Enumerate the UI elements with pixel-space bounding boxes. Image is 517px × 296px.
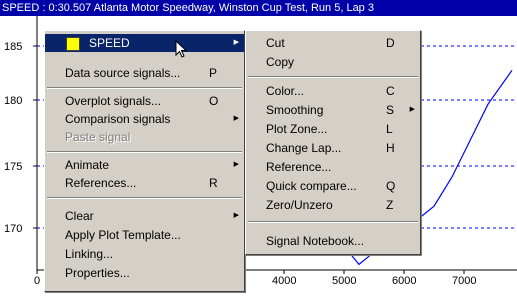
menu-item-cut[interactable]: Cut D: [246, 34, 420, 52]
menu-item-clear[interactable]: Clear ▶: [45, 207, 244, 225]
menu-separator: [248, 76, 418, 78]
menu-separator: [47, 151, 242, 153]
submenu-arrow-icon: ▶: [233, 212, 239, 219]
x-tick-label: 0: [34, 275, 40, 287]
menu-item-overplot-signals[interactable]: Overplot signals... O: [45, 92, 244, 110]
y-tick-label: 180: [4, 95, 22, 107]
y-tick-label: 170: [4, 223, 22, 235]
menu-separator: [47, 87, 242, 89]
menu-item-reference[interactable]: Reference...: [246, 158, 420, 176]
x-tick-label: 6000: [392, 275, 416, 287]
x-tick-label: 4000: [272, 275, 296, 287]
menu-item-references[interactable]: References... R: [45, 174, 244, 192]
submenu-arrow-icon: ▶: [233, 161, 239, 168]
menu-separator: [47, 197, 242, 199]
color-swatch-icon: [66, 37, 80, 51]
menu-item-paste-signal: Paste signal: [65, 130, 131, 144]
menu-item-apply-plot-template[interactable]: Apply Plot Template...: [45, 226, 244, 244]
menu-separator: [248, 221, 418, 223]
y-tick-label: 185: [4, 41, 22, 53]
context-menu: SPEED ▶ Data source signals... P Overplo…: [44, 30, 245, 292]
x-tick-label: 7000: [452, 275, 476, 287]
menu-item-data-source-signals[interactable]: Data source signals... P: [45, 64, 244, 82]
submenu-arrow-icon: ▶: [233, 115, 239, 122]
menu-item-color[interactable]: Color... C: [246, 82, 420, 100]
mouse-cursor-icon: [175, 40, 188, 58]
menu-item-quick-compare[interactable]: Quick compare... Q: [246, 177, 420, 195]
menu-item-plot-zone[interactable]: Plot Zone... L: [246, 120, 420, 138]
y-tick-labels: 185 180 175 170: [4, 41, 37, 235]
speed-submenu: Cut D Copy Color... C Smoothing S ▶ Plot…: [245, 30, 421, 255]
window-title: SPEED : 0:30.507 Atlanta Motor Speedway,…: [0, 0, 517, 16]
menu-item-copy[interactable]: Copy: [246, 53, 420, 71]
menu-item-signal-notebook[interactable]: Signal Notebook...: [246, 232, 420, 250]
submenu-arrow-icon: ▶: [409, 106, 415, 113]
submenu-arrow-icon: ▶: [233, 39, 239, 46]
menu-item-speed[interactable]: SPEED ▶: [45, 34, 244, 52]
menu-item-zero-unzero[interactable]: Zero/Unzero Z: [246, 196, 420, 214]
menu-item-smoothing[interactable]: Smoothing S ▶: [246, 101, 420, 119]
menu-item-linking[interactable]: Linking...: [45, 245, 244, 263]
y-tick-label: 175: [4, 161, 22, 173]
menu-item-animate[interactable]: Animate ▶: [45, 156, 244, 174]
menu-item-change-lap[interactable]: Change Lap... H: [246, 139, 420, 157]
x-tick-label: 5000: [332, 275, 356, 287]
menu-item-properties[interactable]: Properties...: [45, 264, 244, 282]
menu-item-comparison-signals[interactable]: Comparison signals ▶: [45, 110, 244, 128]
